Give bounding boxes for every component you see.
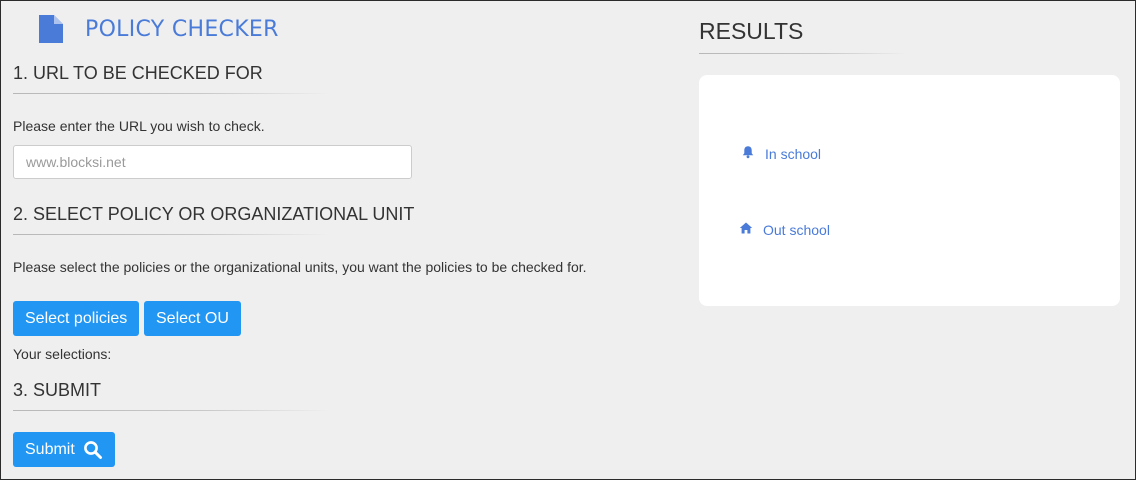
section-url-divider xyxy=(13,93,329,94)
results-panel: In school Out school xyxy=(699,75,1120,306)
section-submit-divider xyxy=(13,410,329,411)
bell-icon xyxy=(741,145,765,162)
url-help-text: Please enter the URL you wish to check. xyxy=(13,118,265,134)
app-title: POLICY CHECKER xyxy=(85,16,279,42)
results-title: RESULTS xyxy=(699,18,804,44)
result-out-school[interactable]: Out school xyxy=(739,221,830,238)
search-icon xyxy=(83,440,103,460)
select-ou-button[interactable]: Select OU xyxy=(144,301,241,336)
app-header: POLICY CHECKER xyxy=(39,15,279,43)
policy-help-text: Please select the policies or the organi… xyxy=(13,259,587,275)
select-policies-button[interactable]: Select policies xyxy=(13,301,140,336)
section-policy-divider xyxy=(13,234,329,235)
result-label: In school xyxy=(765,145,822,162)
document-icon xyxy=(39,15,63,43)
results-divider xyxy=(699,53,907,54)
result-label: Out school xyxy=(763,221,830,238)
section-submit-heading: 3. SUBMIT xyxy=(13,380,102,400)
submit-button-label: Submit xyxy=(25,440,75,458)
policy-checker-page: POLICY CHECKER 1. URL TO BE CHECKED FOR … xyxy=(0,0,1136,480)
url-input[interactable] xyxy=(13,145,412,179)
section-policy-heading: 2. SELECT POLICY OR ORGANIZATIONAL UNIT xyxy=(13,204,415,224)
submit-button[interactable]: Submit xyxy=(13,432,115,467)
section-url-heading: 1. URL TO BE CHECKED FOR xyxy=(13,63,263,83)
result-in-school[interactable]: In school xyxy=(741,145,821,162)
home-icon xyxy=(739,221,763,238)
selections-label: Your selections: xyxy=(13,346,112,362)
